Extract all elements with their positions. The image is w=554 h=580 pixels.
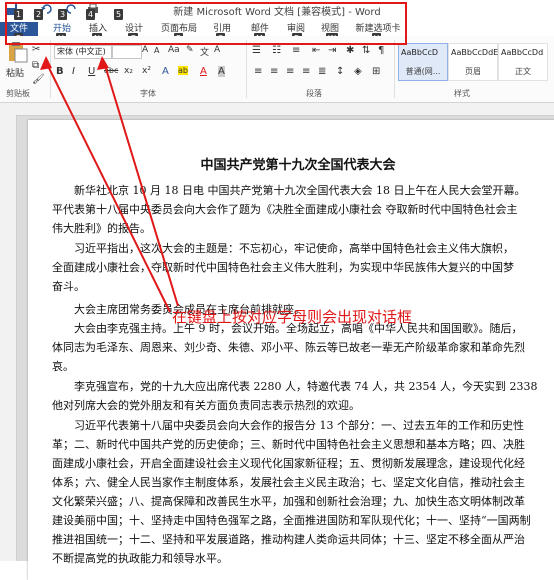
- annotation-text: 在键盘上按对应字母则会出现对话框: [172, 308, 413, 326]
- arrow-head: [40, 56, 52, 70]
- arrow-head: [97, 56, 109, 70]
- arrow-line: [45, 61, 171, 313]
- arrow-line: [103, 61, 179, 307]
- annotation-arrows: [40, 56, 179, 313]
